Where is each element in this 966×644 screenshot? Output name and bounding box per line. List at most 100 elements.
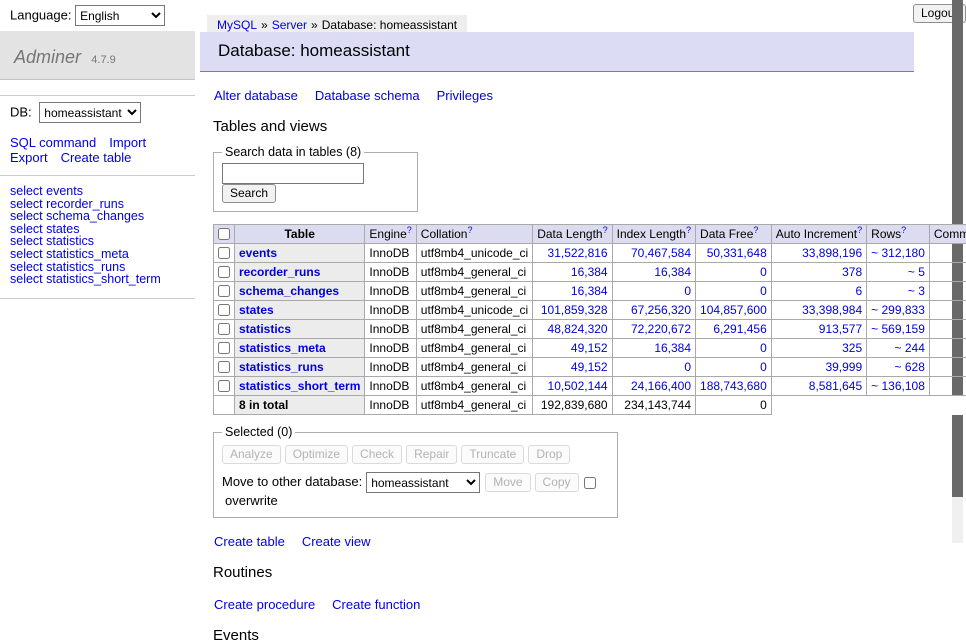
table-link[interactable]: statistics_runs	[239, 360, 324, 374]
privileges-link[interactable]: Privileges	[437, 88, 493, 103]
data-length-link[interactable]: 10,502,144	[548, 379, 608, 393]
rows-link[interactable]: ~ 299,833	[871, 303, 925, 317]
auto-increment-link[interactable]: 33,898,196	[802, 246, 862, 260]
row-checkbox[interactable]	[218, 247, 230, 259]
data-length-link[interactable]: 49,152	[571, 360, 608, 374]
search-button[interactable]: Search	[222, 184, 276, 203]
data-free-link[interactable]: 6,291,456	[713, 322, 766, 336]
db-section: DB: homeassistant	[0, 95, 195, 132]
sidebar-table-link[interactable]: select statistics_meta	[10, 248, 185, 261]
rows-link[interactable]: ~ 628	[895, 360, 925, 374]
data-length-link[interactable]: 48,824,320	[548, 322, 608, 336]
auto-increment-link[interactable]: 378	[842, 265, 862, 279]
table-link[interactable]: events	[239, 246, 277, 260]
data-free-link[interactable]: 0	[760, 284, 767, 298]
index-length-link[interactable]: 0	[684, 284, 691, 298]
help-link[interactable]: ?	[753, 225, 758, 235]
db-select[interactable]: homeassistant	[39, 102, 141, 123]
row-checkbox[interactable]	[218, 304, 230, 316]
data-free-link[interactable]: 50,331,648	[707, 246, 767, 260]
table-link[interactable]: recorder_runs	[239, 265, 320, 279]
index-length-link[interactable]: 0	[684, 360, 691, 374]
create-table-link[interactable]: Create table	[214, 534, 285, 549]
data-length-link[interactable]: 31,522,816	[548, 246, 608, 260]
overwrite-checkbox[interactable]	[584, 477, 596, 489]
help-link[interactable]: ?	[467, 225, 472, 235]
sidebar-link-import[interactable]: Import	[109, 135, 146, 150]
drop-button[interactable]: Drop	[528, 445, 570, 464]
row-checkbox[interactable]	[218, 266, 230, 278]
row-checkbox[interactable]	[218, 323, 230, 335]
move-db-select[interactable]: homeassistant	[366, 472, 480, 493]
table-link[interactable]: statistics_meta	[239, 341, 326, 355]
comment-cell	[929, 301, 966, 320]
alter-database-link[interactable]: Alter database	[214, 88, 298, 103]
data-free-link[interactable]: 0	[760, 265, 767, 279]
index-length-link[interactable]: 72,220,672	[631, 322, 691, 336]
row-checkbox[interactable]	[218, 361, 230, 373]
data-free-link[interactable]: 0	[760, 341, 767, 355]
language-select[interactable]: English	[75, 5, 165, 26]
data-length-link[interactable]: 49,152	[571, 341, 608, 355]
row-checkbox[interactable]	[218, 380, 230, 392]
move-button[interactable]: Move	[485, 473, 530, 492]
rows-link[interactable]: ~ 3	[908, 284, 925, 298]
repair-button[interactable]: Repair	[406, 445, 457, 464]
create-procedure-link[interactable]: Create procedure	[214, 597, 315, 612]
auto-increment-link[interactable]: 39,999	[825, 360, 862, 374]
check-button[interactable]: Check	[352, 445, 402, 464]
index-length-link[interactable]: 16,384	[654, 265, 691, 279]
rows-link[interactable]: ~ 136,108	[871, 379, 925, 393]
table-link[interactable]: states	[239, 303, 274, 317]
index-length-link[interactable]: 67,256,320	[631, 303, 691, 317]
database-schema-link[interactable]: Database schema	[315, 88, 420, 103]
data-length-link[interactable]: 16,384	[571, 284, 608, 298]
create-view-link[interactable]: Create view	[302, 534, 371, 549]
rows-link[interactable]: ~ 569,159	[871, 322, 925, 336]
optimize-button[interactable]: Optimize	[285, 445, 348, 464]
select-all-checkbox[interactable]	[218, 228, 230, 240]
table-row: statesInnoDButf8mb4_unicode_ci101,859,32…	[214, 301, 966, 320]
breadcrumb-link-mysql[interactable]: MySQL	[217, 18, 257, 32]
row-checkbox[interactable]	[218, 342, 230, 354]
data-length-link[interactable]: 101,859,328	[541, 303, 608, 317]
data-free-link[interactable]: 0	[760, 360, 767, 374]
auto-increment-link[interactable]: 6	[855, 284, 862, 298]
help-link[interactable]: ?	[686, 225, 691, 235]
auto-increment-link[interactable]: 913,577	[819, 322, 862, 336]
table-link[interactable]: statistics_short_term	[239, 379, 360, 393]
collation-cell: utf8mb4_general_ci	[416, 358, 532, 377]
sidebar-table-link[interactable]: select statistics_short_term	[10, 273, 185, 286]
sidebar-link-sql-command[interactable]: SQL command	[10, 135, 96, 150]
engine-cell: InnoDB	[365, 263, 416, 282]
index-length-link[interactable]: 16,384	[654, 341, 691, 355]
data-free-link[interactable]: 104,857,600	[700, 303, 767, 317]
index-length-link[interactable]: 24,166,400	[631, 379, 691, 393]
index-length-link[interactable]: 70,467,584	[631, 246, 691, 260]
create-function-link[interactable]: Create function	[332, 597, 420, 612]
breadcrumb-link-server[interactable]: Server	[272, 18, 307, 32]
data-free-link[interactable]: 188,743,680	[700, 379, 767, 393]
sidebar-link-export[interactable]: Export	[10, 150, 48, 165]
help-link[interactable]: ?	[603, 225, 608, 235]
auto-increment-link[interactable]: 33,398,984	[802, 303, 862, 317]
data-length-link[interactable]: 16,384	[571, 265, 608, 279]
row-checkbox[interactable]	[218, 285, 230, 297]
rows-link[interactable]: ~ 5	[908, 265, 925, 279]
auto-increment-link[interactable]: 8,581,645	[809, 379, 862, 393]
table-link[interactable]: schema_changes	[239, 284, 339, 298]
table-link[interactable]: statistics	[239, 322, 291, 336]
truncate-button[interactable]: Truncate	[461, 445, 524, 464]
help-link[interactable]: ?	[407, 225, 412, 235]
help-link[interactable]: ?	[901, 225, 906, 235]
analyze-button[interactable]: Analyze	[222, 445, 281, 464]
search-input[interactable]	[222, 163, 364, 184]
sidebar-link-create-table[interactable]: Create table	[61, 150, 132, 165]
sidebar-table-link[interactable]: select events	[10, 185, 185, 198]
sidebar-table-link[interactable]: select schema_changes	[10, 210, 185, 223]
rows-link[interactable]: ~ 244	[895, 341, 925, 355]
copy-button[interactable]: Copy	[535, 473, 579, 492]
auto-increment-link[interactable]: 325	[842, 341, 862, 355]
rows-link[interactable]: ~ 312,180	[871, 246, 925, 260]
help-link[interactable]: ?	[857, 225, 862, 235]
